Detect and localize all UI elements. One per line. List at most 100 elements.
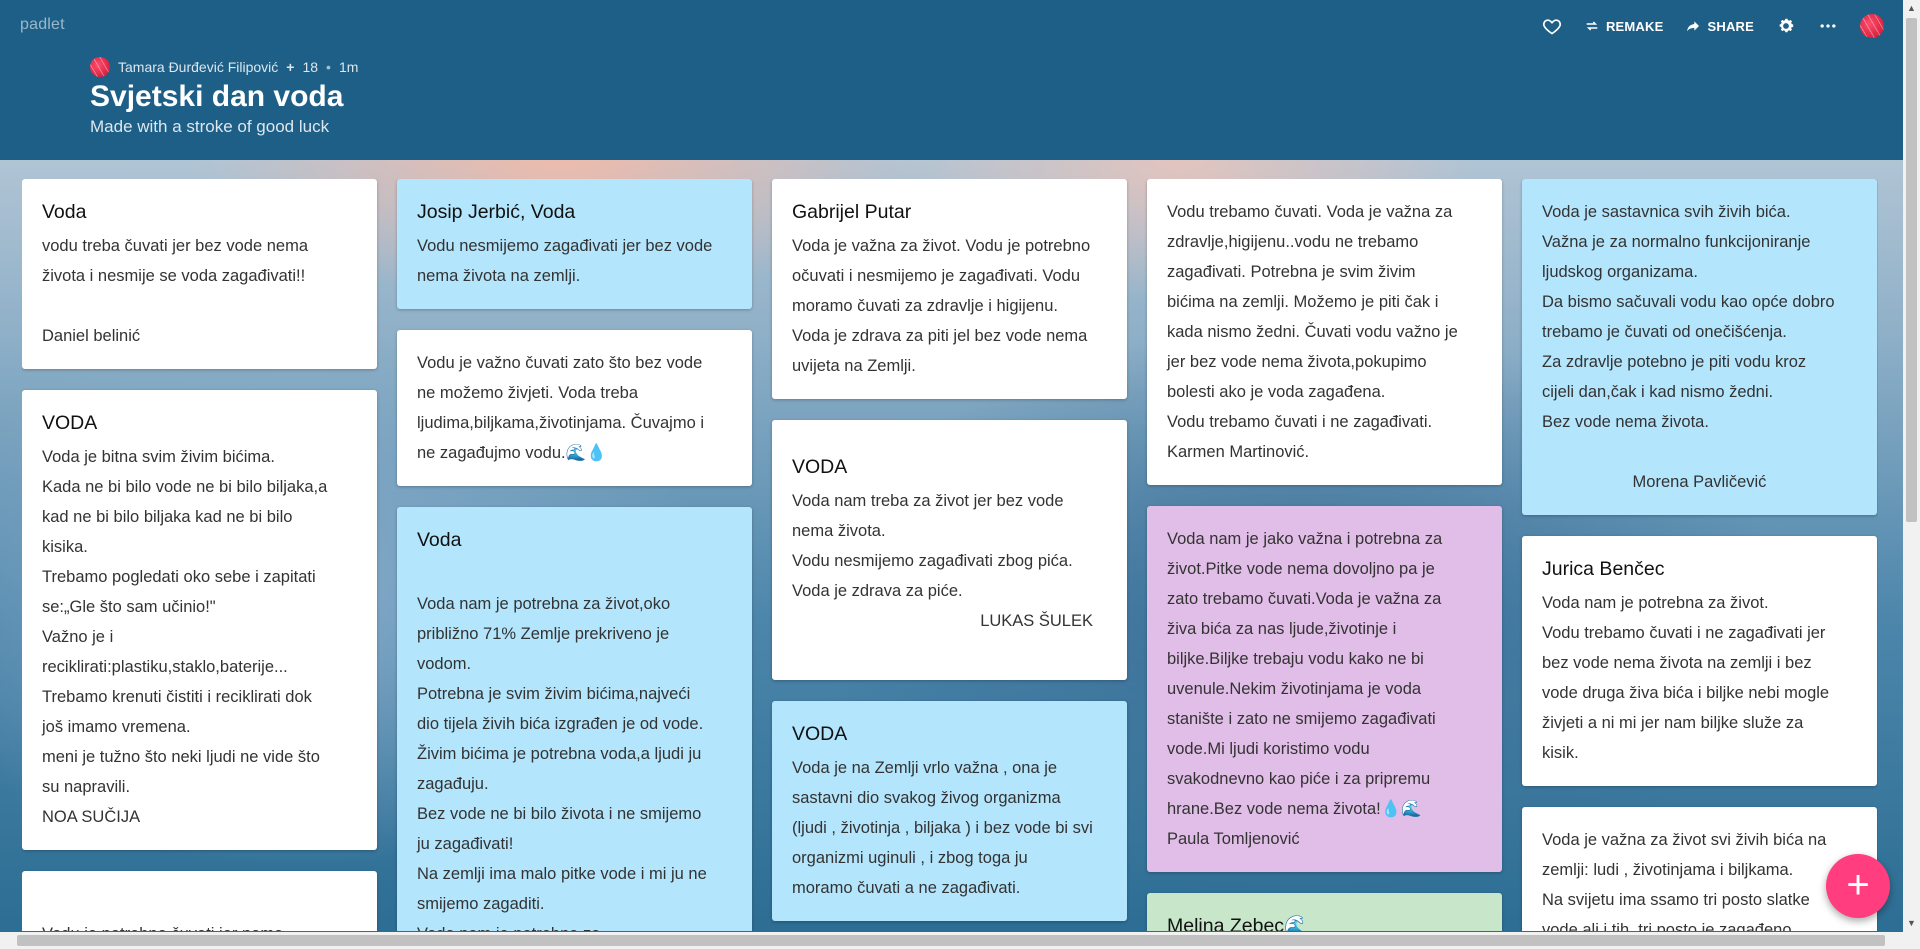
post-body-line: su napravili. (42, 778, 131, 796)
post-card[interactable]: Vodu trebamo čuvati. Voda je važna za zdr… (1147, 179, 1502, 485)
heart-icon (1542, 19, 1561, 35)
post-column: Gabrijel Putar Voda je važna za život. Vo… (772, 179, 1127, 931)
share-label: SHARE (1707, 18, 1754, 34)
post-body-line: hrane.Bez vode nema života!💧🌊 (1167, 800, 1422, 818)
scroll-down-icon[interactable]: ▼ (1903, 915, 1920, 932)
vertical-scroll-thumb[interactable] (1906, 18, 1917, 522)
post-body-line: Vodu trebamo čuvati i ne zagađivati jer (1542, 624, 1826, 642)
post-body-line: moramo čuvati za zdravlje i higijenu. (792, 297, 1058, 315)
post-card[interactable]: Jurica Benčec Voda nam je potrebna za živ… (1522, 536, 1877, 786)
post-card[interactable]: VODA Voda nam treba za život jer bez vode… (772, 420, 1127, 680)
post-body-line: Vodu je potrebno čuvati jer nema (42, 919, 357, 931)
post-body-line: jer bez vode nema života,pokupimo (1167, 353, 1427, 371)
post-body-line: vode druga živa bića i biljke nebi mogle (1542, 684, 1830, 702)
repeat-icon (1586, 21, 1598, 31)
user-avatar[interactable] (1860, 14, 1884, 38)
post-card[interactable]: VODA Voda je bitna svim živim bićima. Kada… (22, 390, 377, 850)
post-body-line: Paula Tomljenović (1167, 830, 1300, 848)
post-card[interactable]: Voda nam je jako važna i potrebna za živo… (1147, 506, 1502, 872)
contributors-plus: + (286, 59, 295, 75)
more-options-button[interactable] (1818, 16, 1838, 36)
post-body-line: reciklirati:plastiku,staklo,baterije... (42, 658, 288, 676)
post-body-line: zdravlje,higijenu..vodu ne trebamo (1167, 233, 1419, 251)
post-body-line: kada nismo žedni. Čuvati vodu važno je (1167, 323, 1458, 341)
post-column: Voda je sastavnica svih živih bića. Važna… (1522, 179, 1877, 931)
post-body-line: Vodu nesmijemo zagađivati zbog pića. (792, 552, 1073, 570)
post-body-line: Voda nam je jako važna i potrebna za (1167, 530, 1443, 548)
post-body-line: živjeti a ni mi jer nam biljke služe za (1542, 714, 1804, 732)
post-body-line: uvijeta na Zemlji. (792, 357, 916, 375)
post-body-line: kisik. (1542, 744, 1579, 762)
post-body-line: očuvati i nesmijemo je zagađivati. Vodu (792, 267, 1080, 285)
post-body-line (417, 559, 732, 589)
vertical-scrollbar[interactable]: ▲ ▼ (1903, 0, 1920, 949)
post-body-line: vodom. (417, 655, 472, 673)
post-wall: Voda vodu treba čuvati jer bez vode nema ž… (22, 179, 1878, 931)
post-column: Vodu trebamo čuvati. Voda je važna za zdr… (1147, 179, 1502, 931)
post-title: VODA (792, 456, 848, 478)
post-body-line: Bez vode nema života. (1542, 413, 1709, 431)
post-card[interactable]: Voda vodu treba čuvati jer bez vode nema ž… (22, 179, 377, 369)
post-body-line: ju zagađivati! (417, 835, 514, 853)
post-card[interactable]: VODA Voda je na Zemlji vrlo važna , ona j… (772, 701, 1127, 921)
post-body-line: sastavni dio svakog živog organizma (792, 789, 1061, 807)
post-card[interactable]: Gabrijel Putar Voda je važna za život. Vo… (772, 179, 1127, 399)
page-title: Svjetski dan voda (90, 80, 344, 113)
like-button[interactable] (1542, 16, 1562, 36)
author-name[interactable]: Tamara Đurđević Filipović (118, 59, 278, 75)
post-body-line: bez vode nema života na zemlji i bez (1542, 654, 1812, 672)
post-body-line: Voda je važna za život svi živih bića na (1542, 831, 1827, 849)
post-body-line: (ljudi , životinja , biljaka ) i bez vod… (792, 819, 1093, 837)
add-post-button[interactable]: + (1826, 854, 1890, 918)
post-signature: Morena Pavličević (1632, 473, 1767, 491)
contributors-count[interactable]: 18 (302, 59, 318, 75)
post-title: Jurica Benčec (1542, 558, 1665, 580)
post-body-line: približno 71% Zemlje prekriveno je (417, 625, 670, 643)
post-body-line: ljudskog organizama. (1542, 263, 1698, 281)
horizontal-scroll-thumb[interactable] (17, 935, 1885, 946)
post-body-line: Na zemlji ima malo pitke vode i mi ju ne (417, 865, 707, 883)
post-body-line: Važno je i (42, 628, 114, 646)
post-card[interactable]: Voda je važna za život svi živih bića na… (1522, 807, 1877, 931)
post-body-line: Voda nam je potrebna za život,oko (417, 595, 671, 613)
post-body-line: Trebamo krenuti čistiti i reciklirati do… (42, 688, 312, 706)
post-body-line: Kada ne bi bilo vode ne bi bilo biljaka,… (42, 478, 328, 496)
post-signature: LUKAS ŠULEK (980, 612, 1093, 630)
post-title: VODA (42, 412, 98, 434)
post-body-line: Potrebna je svim živim bićima,najveći (417, 685, 691, 703)
remake-button[interactable]: REMAKE (1584, 18, 1664, 34)
post-body-line (42, 291, 357, 321)
post-card[interactable]: Melina Zebec🌊 (1147, 893, 1502, 931)
post-card[interactable]: Josip Jerbić, Voda Vodu nesmijemo zagađiv… (397, 179, 752, 309)
post-card[interactable]: Voda je sastavnica svih živih bića. Važna… (1522, 179, 1877, 515)
post-card[interactable]: Vodu je važno čuvati zato što bez vode ne… (397, 330, 752, 486)
post-body-line: zagađivati. Potrebna je svim živim (1167, 263, 1416, 281)
post-body-line: živa bića za nas ljude,životinje i (1167, 620, 1397, 638)
post-body-line: vode ali i tih tri posto je zagađeno. (1542, 921, 1797, 931)
padlet-logo[interactable]: padlet (20, 16, 65, 34)
post-body-line: Voda nam je potrebna za život. (1542, 594, 1769, 612)
post-card[interactable]: Vodu je potrebno čuvati jer nema (22, 871, 377, 931)
post-body-line: nema života. (792, 522, 886, 540)
post-body-line: svakodnevno kao piće i za pripremu (1167, 770, 1431, 788)
post-body-line: zemlji: ludi , životinjama i biljkama. (1542, 861, 1794, 879)
post-body-line (1542, 437, 1857, 467)
post-body-line: se:„Gle što sam učinio!" (42, 598, 216, 616)
author-avatar (90, 57, 110, 77)
post-body-line: Živim bićima je potrebna voda,a ljudi ju (417, 745, 702, 763)
horizontal-scrollbar[interactable] (0, 932, 1903, 949)
post-body-line: bolesti ako je voda zagađena. (1167, 383, 1386, 401)
gear-icon (1779, 18, 1794, 33)
post-body-line: kisika. (42, 538, 88, 556)
post-card[interactable]: Voda Voda nam je potrebna za život,oko pr… (397, 507, 752, 931)
post-title: Josip Jerbić, Voda (417, 201, 576, 223)
post-body-line: života i nesmije se voda zagađivati!! (42, 267, 306, 285)
share-button[interactable]: SHARE (1685, 18, 1754, 34)
post-title: Gabrijel Putar (792, 201, 912, 223)
post-body-line: Voda nam treba za život jer bez vode (792, 492, 1064, 510)
post-body-line: Voda je sastavnica svih živih bića. (1542, 203, 1791, 221)
scroll-up-icon[interactable]: ▲ (1903, 0, 1920, 17)
post-body-line: Voda je zdrava za piti jel bez vode nema (792, 327, 1088, 345)
post-body-line: stanište i zato ne smijemo zagađivati (1167, 710, 1436, 728)
settings-button[interactable] (1776, 16, 1796, 36)
